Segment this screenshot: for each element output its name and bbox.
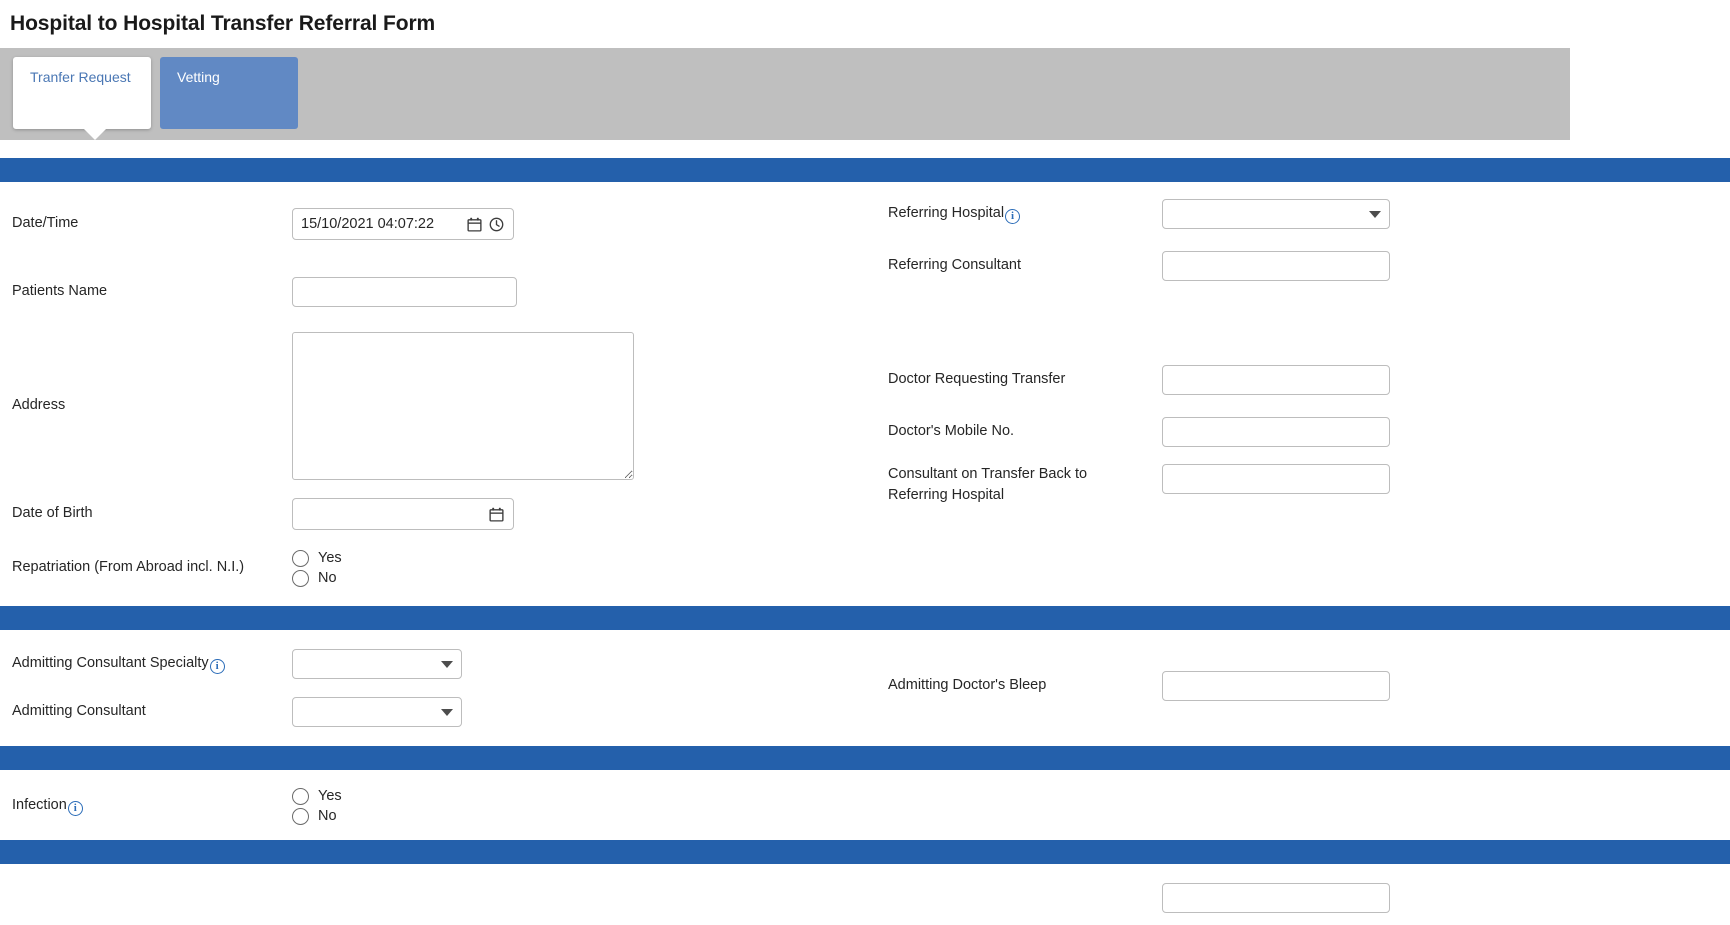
infection-option-yes-label: Yes [318, 788, 342, 804]
repatriation-radio-group: Yes No [292, 550, 342, 587]
chevron-down-icon [441, 661, 453, 668]
field-doctors-mobile-no: Doctor's Mobile No. [870, 412, 1730, 452]
field-admitting-doctors-bleep: Admitting Doctor's Bleep [870, 666, 1730, 706]
patients-name-input[interactable] [292, 277, 517, 307]
field-patients-name: Patients Name [0, 272, 870, 312]
field-admitting-consultant-specialty-label: Admitting Consultant Specialtyi [0, 653, 292, 674]
admitting-doctors-bleep-input[interactable] [1162, 671, 1390, 701]
field-consultant-on-transfer-back: Consultant on Transfer Back to Referring… [870, 464, 1730, 506]
radio-button-icon[interactable] [292, 570, 309, 587]
field-repatriation-label: Repatriation (From Abroad incl. N.I.) [0, 557, 292, 578]
field-next-partial [870, 878, 1730, 918]
field-referring-consultant: Referring Consultant [870, 246, 1730, 286]
section-divider-infection [0, 746, 1730, 770]
section-divider-next [0, 840, 1730, 864]
datetime-value: 15/10/2021 04:07:22 [301, 216, 466, 232]
repatriation-option-yes-label: Yes [318, 550, 342, 566]
active-tab-pointer-icon [83, 128, 107, 140]
admitting-right-column: Admitting Doctor's Bleep [870, 630, 1730, 746]
page-title-bar: Hospital to Hospital Transfer Referral F… [0, 0, 1730, 48]
datetime-input[interactable]: 15/10/2021 04:07:22 [292, 208, 514, 240]
field-admitting-consultant-label: Admitting Consultant [0, 701, 292, 722]
section-divider-admitting [0, 606, 1730, 630]
field-referring-hospital-label: Referring Hospitali [870, 203, 1162, 224]
patient-left-column: Date/Time 15/10/2021 04:07:22 [0, 182, 870, 606]
infection-option-no-label: No [318, 808, 337, 824]
field-repatriation: Repatriation (From Abroad incl. N.I.) Ye… [0, 548, 870, 588]
admitting-consultant-specialty-select[interactable] [292, 649, 462, 679]
tab-transfer-request[interactable]: Tranfer Request [13, 57, 151, 129]
field-address-label: Address [0, 395, 292, 416]
infection-bottom-spacer [0, 826, 870, 840]
tab-vetting[interactable]: Vetting [160, 57, 298, 129]
infection-option-no[interactable]: No [292, 808, 342, 825]
patient-right-column: Referring Hospitali Referring Consultant… [870, 182, 1730, 606]
field-admitting-consultant-specialty: Admitting Consultant Specialtyi [0, 644, 870, 684]
field-datetime: Date/Time 15/10/2021 04:07:22 [0, 204, 870, 244]
chevron-down-icon [1369, 211, 1381, 218]
repatriation-option-no-label: No [318, 570, 337, 586]
infection-radio-group: Yes No [292, 788, 342, 825]
field-doctors-mobile-no-label: Doctor's Mobile No. [870, 421, 1162, 442]
admitting-details-block: Admitting Consultant Specialtyi Admittin… [0, 630, 1730, 746]
field-consultant-on-transfer-back-label: Consultant on Transfer Back to Referring… [870, 464, 1162, 506]
field-admitting-doctors-bleep-label: Admitting Doctor's Bleep [870, 675, 1162, 696]
field-admitting-consultant: Admitting Consultant [0, 692, 870, 732]
patient-details-block: Date/Time 15/10/2021 04:07:22 [0, 182, 1730, 606]
tab-strip: Tranfer Request Vetting [0, 48, 1570, 140]
field-date-of-birth: Date of Birth [0, 494, 870, 534]
repatriation-option-yes[interactable]: Yes [292, 550, 342, 567]
infection-left-column: Infectioni Yes No [0, 770, 870, 840]
info-icon[interactable]: i [210, 659, 225, 674]
repatriation-option-no[interactable]: No [292, 570, 342, 587]
admitting-left-column: Admitting Consultant Specialtyi Admittin… [0, 630, 870, 746]
infection-right-column [870, 770, 1730, 840]
field-doctor-requesting-transfer-label: Doctor Requesting Transfer [870, 369, 1162, 390]
consultant-on-transfer-back-input[interactable] [1162, 464, 1390, 494]
tab-transfer-request-label: Tranfer Request [30, 69, 131, 85]
right-column-gap [870, 286, 1730, 360]
info-icon[interactable]: i [68, 801, 83, 816]
doctors-mobile-no-input[interactable] [1162, 417, 1390, 447]
field-admitting-consultant-specialty-text: Admitting Consultant Specialty [12, 655, 209, 671]
field-patients-name-label: Patients Name [0, 281, 292, 302]
calendar-icon[interactable] [466, 216, 483, 233]
clock-icon[interactable] [488, 216, 505, 233]
field-datetime-label: Date/Time [0, 213, 292, 234]
field-referring-consultant-label: Referring Consultant [870, 255, 1162, 276]
address-textarea[interactable] [292, 332, 634, 480]
chevron-down-icon [441, 709, 453, 716]
referring-hospital-select[interactable] [1162, 199, 1390, 229]
info-icon[interactable]: i [1005, 209, 1020, 224]
field-doctor-requesting-transfer: Doctor Requesting Transfer [870, 360, 1730, 400]
field-infection-label: Infectioni [0, 795, 292, 816]
next-block-right-column [870, 864, 1730, 918]
spacer-above-section-1 [0, 140, 1730, 158]
admitting-consultant-select[interactable] [292, 697, 462, 727]
next-block-partial [0, 864, 1730, 918]
radio-button-icon[interactable] [292, 550, 309, 567]
field-referring-hospital-text: Referring Hospital [888, 205, 1004, 221]
referring-consultant-input[interactable] [1162, 251, 1390, 281]
doctor-requesting-transfer-input[interactable] [1162, 365, 1390, 395]
field-address: Address [0, 332, 870, 480]
admitting-left-bottom-spacer [0, 732, 870, 746]
next-block-left-column [0, 864, 870, 918]
form-page: Hospital to Hospital Transfer Referral F… [0, 0, 1730, 925]
infection-block: Infectioni Yes No [0, 770, 1730, 840]
tab-vetting-label: Vetting [177, 69, 220, 85]
section-divider-patient [0, 158, 1730, 182]
radio-button-icon[interactable] [292, 808, 309, 825]
infection-option-yes[interactable]: Yes [292, 788, 342, 805]
calendar-icon[interactable] [488, 506, 505, 523]
field-infection-text: Infection [12, 797, 67, 813]
field-infection: Infectioni Yes No [0, 786, 870, 826]
date-of-birth-input[interactable] [292, 498, 514, 530]
field-date-of-birth-label: Date of Birth [0, 503, 292, 524]
left-column-bottom-spacer [0, 588, 870, 606]
next-partial-input[interactable] [1162, 883, 1390, 913]
field-referring-hospital: Referring Hospitali [870, 194, 1730, 234]
page-title: Hospital to Hospital Transfer Referral F… [10, 12, 435, 36]
radio-button-icon[interactable] [292, 788, 309, 805]
